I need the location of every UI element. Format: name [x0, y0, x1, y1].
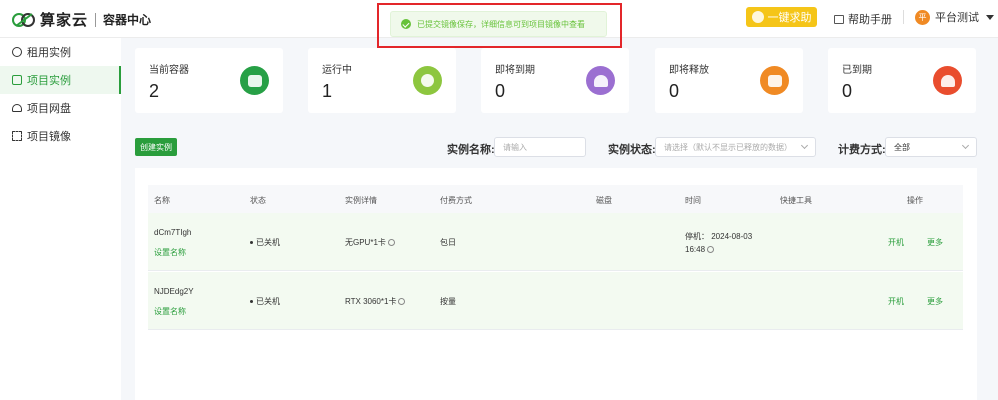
help-manual-link[interactable]: 帮助手册: [834, 11, 892, 27]
status-dot-icon: [250, 241, 253, 245]
detail-cell: 无GPU*1卡: [345, 237, 395, 248]
rent-icon: [12, 47, 22, 57]
billing-select[interactable]: 全部: [885, 137, 977, 157]
stat-title: 已到期: [842, 65, 872, 76]
chevron-down-icon: [961, 141, 970, 150]
cloud-disk-icon: [12, 104, 22, 112]
sidebar-item-label: 项目镜像: [27, 131, 71, 143]
power-on-button[interactable]: 开机: [888, 237, 904, 248]
col-detail: 实例详情: [345, 196, 377, 205]
logo-icon: [12, 12, 35, 27]
smile-icon: [751, 11, 764, 23]
info-icon[interactable]: [387, 239, 395, 247]
sidebar-item-project-instance[interactable]: 项目实例: [0, 66, 121, 94]
billing-filter-label: 计费方式:: [838, 144, 886, 156]
stat-title: 即将到期: [495, 65, 535, 76]
table-row: NJDEdg2Y 设置名称 已关机 RTX 3060*1卡 按量 开机 更多: [148, 272, 963, 330]
sidebar: 租用实例 项目实例 项目网盘 项目镜像: [0, 38, 121, 400]
col-billing: 付费方式: [440, 196, 472, 205]
percent-icon: [760, 66, 789, 95]
col-actions: 操作: [907, 196, 923, 205]
stat-card-expiring: 即将到期 0: [481, 48, 629, 113]
stat-title: 当前容器: [149, 65, 189, 76]
user-name: 平台测试: [935, 12, 979, 24]
status-select[interactable]: 请选择（默认不显示已释放的数据）: [655, 137, 816, 157]
stat-card-releasing: 即将释放 0: [655, 48, 803, 113]
power-on-button[interactable]: 开机: [888, 296, 904, 307]
info-icon[interactable]: [707, 246, 715, 254]
more-button[interactable]: 更多: [927, 237, 943, 248]
time-cell: 停机： 2024-08-03 16:48: [685, 232, 753, 254]
instance-name: NJDEdg2Y: [154, 287, 194, 296]
name-filter-label: 实例名称:: [447, 144, 495, 156]
chevron-down-icon: [800, 141, 809, 150]
status-cell: 已关机: [250, 296, 280, 307]
billing-cell: 按量: [440, 297, 456, 306]
logo-subtitle: 容器中心: [103, 13, 152, 27]
stat-value: 0: [669, 81, 680, 101]
billing-cell: 包日: [440, 238, 456, 247]
set-name-link[interactable]: 设置名称: [154, 247, 186, 258]
name-input-placeholder: 请输入: [503, 142, 527, 152]
instance-table: 名称 状态 实例详情 付费方式 磁盘 时间 快捷工具 操作 dCm7TIgh 设…: [135, 168, 977, 400]
stat-card-running: 运行中 1: [308, 48, 456, 113]
billing-select-value: 全部: [894, 142, 910, 152]
col-status: 状态: [250, 196, 266, 205]
stat-value: 0: [495, 81, 506, 101]
sidebar-item-label: 项目网盘: [27, 103, 71, 115]
user-menu[interactable]: 平 平台测试: [915, 9, 994, 25]
name-search-input[interactable]: 请输入: [494, 137, 586, 157]
stat-card-expired: 已到期 0: [828, 48, 976, 113]
logo-text: 算家云: [40, 12, 89, 29]
stat-value: 0: [842, 81, 853, 101]
col-tools: 快捷工具: [780, 196, 812, 205]
status-select-placeholder: 请选择（默认不显示已释放的数据）: [664, 142, 792, 152]
sidebar-item-rent-instance[interactable]: 租用实例: [0, 38, 121, 66]
logo[interactable]: 算家云 容器中心: [12, 9, 151, 30]
running-icon: [413, 66, 442, 95]
image-icon: [12, 131, 22, 141]
layers-icon: [12, 75, 22, 85]
sidebar-item-project-disk[interactable]: 项目网盘: [0, 94, 121, 122]
table-header: 名称 状态 实例详情 付费方式 磁盘 时间 快捷工具 操作: [148, 185, 963, 213]
help-manual-label: 帮助手册: [848, 14, 892, 26]
alarm-icon: [933, 66, 962, 95]
stat-card-current: 当前容器 2: [135, 48, 283, 113]
status-cell: 已关机: [250, 237, 280, 248]
highlight-box: [377, 3, 622, 48]
stat-value: 1: [322, 81, 333, 101]
more-button[interactable]: 更多: [927, 296, 943, 307]
bell-icon: [586, 66, 615, 95]
logo-divider: [95, 12, 97, 27]
avatar: 平: [915, 9, 930, 25]
book-icon: [834, 14, 844, 24]
stat-title: 即将释放: [669, 65, 709, 76]
instance-name: dCm7TIgh: [154, 228, 192, 237]
detail-cell: RTX 3060*1卡: [345, 296, 406, 307]
container-icon: [240, 66, 269, 95]
stat-value: 2: [149, 81, 160, 101]
status-dot-icon: [250, 300, 253, 304]
table-row: dCm7TIgh 设置名称 已关机 无GPU*1卡 包日 停机： 2024-08…: [148, 213, 963, 271]
one-click-help-button[interactable]: 一键求助: [746, 7, 817, 27]
col-time: 时间: [685, 196, 701, 205]
set-name-link[interactable]: 设置名称: [154, 306, 186, 317]
sidebar-item-label: 租用实例: [27, 47, 71, 59]
info-icon[interactable]: [398, 298, 406, 306]
status-filter-label: 实例状态:: [608, 144, 656, 156]
sidebar-item-label: 项目实例: [27, 75, 71, 87]
col-name: 名称: [154, 196, 170, 205]
stat-title: 运行中: [322, 65, 352, 76]
help-button-label: 一键求助: [767, 12, 812, 24]
caret-down-icon: [986, 14, 994, 20]
col-disk: 磁盘: [596, 196, 612, 205]
header-divider: [903, 10, 904, 24]
sidebar-item-project-image[interactable]: 项目镜像: [0, 122, 121, 150]
create-instance-button[interactable]: 创建实例: [135, 138, 177, 156]
